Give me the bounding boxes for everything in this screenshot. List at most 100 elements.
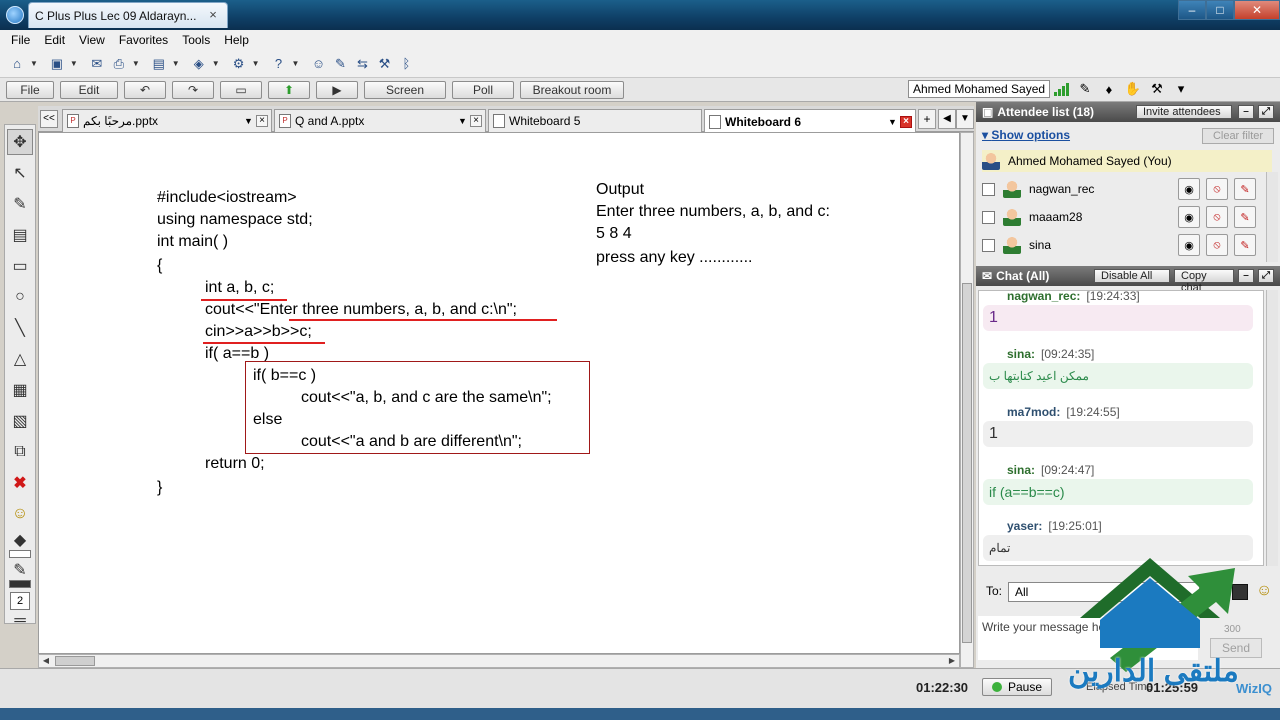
attendee-checkbox[interactable]: [982, 238, 995, 252]
tab-q-and-a-pptx[interactable]: P Q and A.pptx ▼ ×: [274, 109, 486, 132]
close-icon[interactable]: ×: [900, 115, 912, 128]
messenger-icon[interactable]: ☺: [309, 55, 327, 73]
close-icon[interactable]: ×: [470, 115, 482, 127]
browser-tab[interactable]: C Plus Plus Lec 09 Aldarayn... ×: [28, 2, 228, 28]
close-icon[interactable]: ×: [256, 115, 268, 127]
fill-color-swatch[interactable]: [9, 550, 31, 558]
scroll-left-icon[interactable]: ◀: [39, 655, 53, 667]
chevron-down-icon[interactable]: ▼: [458, 116, 470, 126]
chevron-down-icon[interactable]: ▼: [244, 116, 256, 126]
breakout-room-button[interactable]: Breakout room: [520, 80, 624, 99]
expand-panel-icon[interactable]: ⤢: [1258, 269, 1274, 283]
line-width-field[interactable]: 2: [10, 592, 30, 610]
line-tool-icon[interactable]: ╲: [7, 315, 33, 341]
ellipse-tool-icon[interactable]: ○: [7, 284, 33, 310]
copy-chat-button[interactable]: Copy chat: [1174, 269, 1234, 294]
safety-icon[interactable]: ◈: [190, 55, 208, 73]
media-button[interactable]: ▶: [316, 80, 358, 99]
chevron-down-icon[interactable]: ▼: [888, 117, 900, 127]
tab-whiteboard-6[interactable]: Whiteboard 6 ▼ ×: [704, 109, 916, 133]
line-style-icon[interactable]: ═: [7, 612, 33, 629]
fill-color-icon[interactable]: ◆: [7, 532, 33, 549]
translate-icon[interactable]: ⇆: [353, 55, 371, 73]
whiteboard-horizontal-scrollbar[interactable]: ◀ ▶: [38, 654, 960, 668]
feeds-icon[interactable]: ▣: [48, 55, 66, 73]
menu-favorites[interactable]: Favorites: [112, 33, 175, 47]
expand-panel-icon[interactable]: ⤢: [1258, 105, 1274, 119]
triangle-tool-icon[interactable]: △: [7, 346, 33, 372]
scroll-thumb[interactable]: [962, 283, 972, 643]
home-icon[interactable]: ⌂: [8, 55, 26, 73]
page-icon[interactable]: ▤: [150, 55, 168, 73]
line-color-icon[interactable]: ✎: [7, 562, 33, 579]
attendee-list-scrollbar[interactable]: [1266, 172, 1278, 262]
chevron-down-icon[interactable]: ▼: [252, 59, 260, 68]
gear-icon[interactable]: ⚙: [230, 55, 248, 73]
tools-icon[interactable]: ⚒: [1148, 80, 1166, 98]
upload-button[interactable]: ⬆: [268, 80, 310, 99]
image-tool-icon[interactable]: ▧: [7, 408, 33, 434]
browser-tab-close-icon[interactable]: ×: [205, 7, 221, 24]
whiteboard-vertical-scrollbar[interactable]: [960, 132, 974, 668]
mail-icon[interactable]: ✉: [88, 55, 106, 73]
tabs-menu-icon[interactable]: ▼: [956, 109, 974, 129]
undo-button[interactable]: ↶: [124, 80, 166, 99]
mic-muted-icon[interactable]: ⦸: [1206, 234, 1228, 256]
copy-tool-icon[interactable]: ⧉: [7, 439, 33, 465]
whiteboard-canvas[interactable]: #include<iostream> using namespace std; …: [38, 132, 960, 654]
table-tool-icon[interactable]: ▦: [7, 377, 33, 403]
clear-filter-button[interactable]: Clear filter: [1202, 128, 1274, 144]
smiley-tool-icon[interactable]: ☺: [7, 501, 33, 527]
pen-icon[interactable]: ✎: [1076, 80, 1094, 98]
invite-attendees-button[interactable]: Invite attendees: [1136, 105, 1232, 119]
show-options-link[interactable]: ▾ Show options: [982, 128, 1070, 142]
chevron-down-icon[interactable]: ▼: [292, 59, 300, 68]
write-disabled-icon[interactable]: ✎: [1234, 234, 1256, 256]
close-window-button[interactable]: ✕: [1234, 0, 1280, 20]
scroll-right-icon[interactable]: ▶: [945, 655, 959, 667]
chevron-down-icon[interactable]: ▼: [172, 59, 180, 68]
select-tool-icon[interactable]: ✥: [7, 129, 33, 155]
chevron-down-icon[interactable]: ▼: [70, 59, 78, 68]
tabs-scroll-left-button[interactable]: <<: [40, 110, 58, 128]
camera-icon[interactable]: ◉: [1178, 206, 1200, 228]
research-icon[interactable]: ✎: [331, 55, 349, 73]
mic-muted-icon[interactable]: ⦸: [1206, 178, 1228, 200]
pointer-tool-icon[interactable]: ↖: [7, 160, 33, 186]
maximize-button[interactable]: □: [1206, 0, 1234, 20]
menu-edit[interactable]: Edit: [37, 33, 72, 47]
edit-menu-button[interactable]: Edit: [60, 80, 118, 99]
file-menu-button[interactable]: File: [6, 80, 54, 99]
chevron-down-icon[interactable]: ▼: [30, 59, 38, 68]
line-color-swatch[interactable]: [9, 580, 31, 588]
minimize-panel-icon[interactable]: –: [1238, 105, 1254, 119]
disable-all-button[interactable]: Disable All: [1094, 269, 1170, 283]
menu-view[interactable]: View: [72, 33, 112, 47]
tab-welcome-pptx[interactable]: P مرحبًا بكم.pptx ▼ ×: [62, 109, 272, 132]
menu-file[interactable]: File: [4, 33, 37, 47]
screen-share-button[interactable]: Screen: [364, 80, 446, 99]
help-icon[interactable]: ?: [270, 55, 288, 73]
tabs-scroll-left-icon[interactable]: ◀: [938, 109, 956, 129]
mic-muted-icon[interactable]: ⦸: [1206, 206, 1228, 228]
chevron-down-icon[interactable]: ▾: [1172, 80, 1190, 98]
chevron-down-icon[interactable]: ▼: [132, 59, 140, 68]
text-tool-icon[interactable]: ▤: [7, 222, 33, 248]
scroll-thumb[interactable]: [55, 656, 95, 666]
pencil-tool-icon[interactable]: ✎: [7, 191, 33, 217]
poll-button[interactable]: Poll: [452, 80, 514, 99]
menu-tools[interactable]: Tools: [175, 33, 217, 47]
add-tab-button[interactable]: +: [918, 109, 936, 129]
bluetooth-icon[interactable]: ᛒ: [397, 55, 415, 73]
chat-scrollbar[interactable]: [1266, 290, 1278, 566]
tools-icon[interactable]: ⚒: [375, 55, 393, 73]
chevron-down-icon[interactable]: ▼: [212, 59, 220, 68]
pause-button[interactable]: Pause: [982, 678, 1052, 696]
menu-help[interactable]: Help: [217, 33, 256, 47]
hand-icon[interactable]: ✋: [1124, 80, 1142, 98]
delete-tool-icon[interactable]: ✖: [7, 470, 33, 496]
write-disabled-icon[interactable]: ✎: [1234, 206, 1256, 228]
camera-icon[interactable]: ◉: [1178, 234, 1200, 256]
folder-button[interactable]: ▭: [220, 80, 262, 99]
camera-icon[interactable]: ◉: [1178, 178, 1200, 200]
